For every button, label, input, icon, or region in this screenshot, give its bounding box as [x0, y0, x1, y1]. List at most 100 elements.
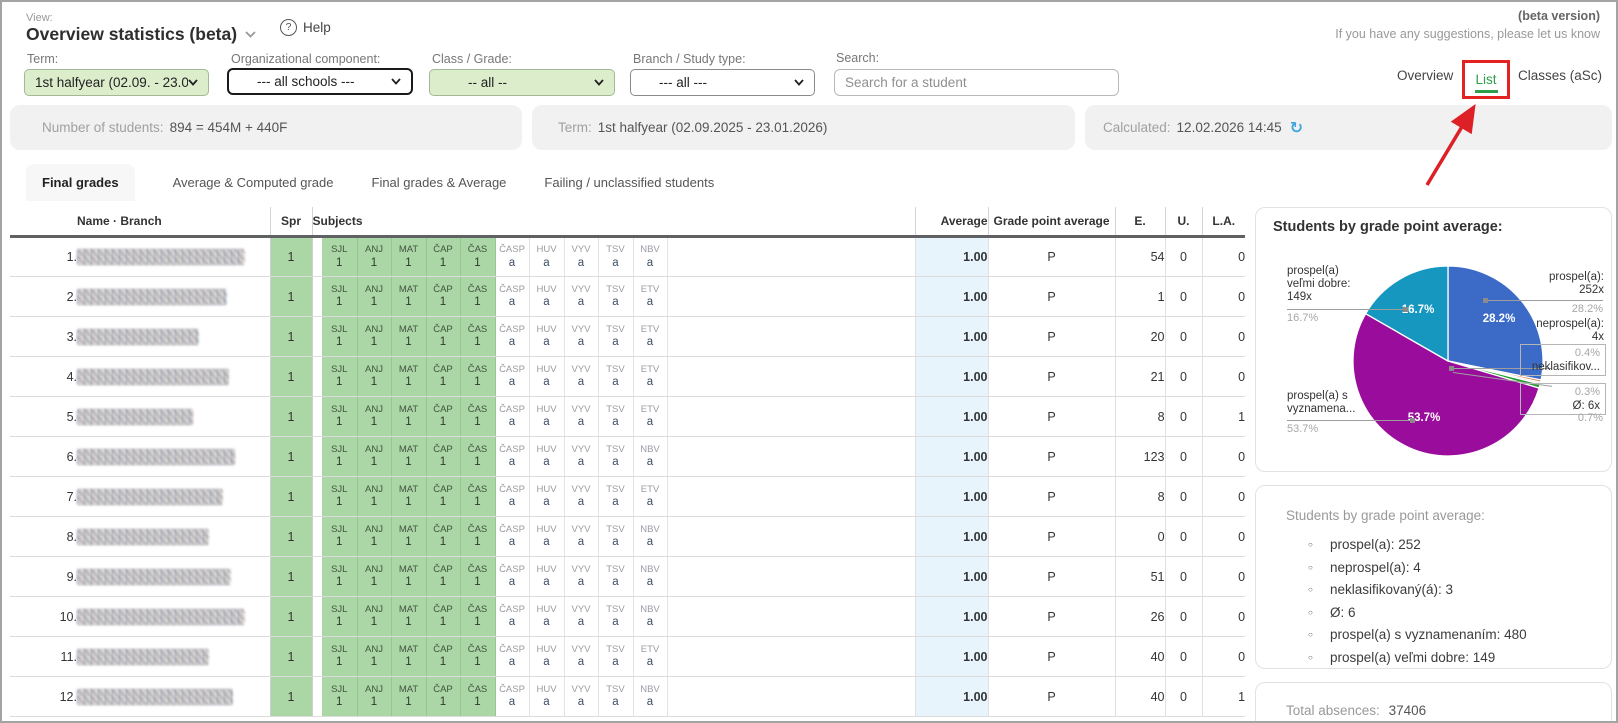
calculated-label: Calculated: — [1103, 120, 1171, 135]
refresh-icon[interactable]: ↻ — [1290, 118, 1303, 138]
question-mark-icon: ? — [280, 19, 297, 36]
excused-count: 26 — [1115, 597, 1165, 637]
nav-tab-classes-asc[interactable]: Classes (aSc) — [1518, 68, 1602, 83]
excused-count: 21 — [1115, 357, 1165, 397]
student-row[interactable]: 3.1SJL1ANJ1MAT1ČAP1ČAS1ČASPaHUVaVYVaTSVa… — [10, 317, 1245, 357]
header-subjects: Subjects — [312, 207, 915, 237]
callout-vyznamenanim: prospel(a) s vyznamena... — [1287, 390, 1355, 416]
list-item: prospel(a) veľmi dobre: 149 — [1308, 647, 1527, 670]
censored-name — [77, 489, 223, 505]
list-item: prospel(a): 252 — [1308, 534, 1527, 557]
student-row[interactable]: 12.1SJL1ANJ1MAT1ČAP1ČAS1ČASPaHUVaVYVaTSV… — [10, 677, 1245, 717]
student-row[interactable]: 9.1SJL1ANJ1MAT1ČAP1ČAS1ČASPaHUVaVYVaTSVa… — [10, 557, 1245, 597]
subject-cell: ETVa — [633, 357, 667, 397]
student-row[interactable]: 10.1SJL1ANJ1MAT1ČAP1ČAS1ČASPaHUVaVYVaTSV… — [10, 597, 1245, 637]
censored-name — [77, 569, 231, 585]
beta-version-label: (beta version) — [1518, 9, 1600, 23]
header-name-branch[interactable]: Name · Branch — [77, 207, 270, 237]
unexcused-count: 0 — [1165, 557, 1202, 597]
student-row[interactable]: 7.1SJL1ANJ1MAT1ČAP1ČAS1ČASPaHUVaVYVaTSVa… — [10, 477, 1245, 517]
student-row[interactable]: 5.1SJL1ANJ1MAT1ČAP1ČAS1ČASPaHUVaVYVaTSVa… — [10, 397, 1245, 437]
student-row[interactable]: 6.1SJL1ANJ1MAT1ČAP1ČAS1ČASPaHUVaVYVaTSVa… — [10, 437, 1245, 477]
subject-cell: ANJ1 — [357, 597, 391, 637]
excused-count: 1 — [1115, 277, 1165, 317]
student-row[interactable]: 8.1SJL1ANJ1MAT1ČAP1ČAS1ČASPaHUVaVYVaTSVa… — [10, 517, 1245, 557]
average-value: 1.00 — [915, 317, 988, 357]
censored-name — [77, 409, 193, 425]
search-input[interactable] — [834, 69, 1119, 96]
subject-cell: TSVa — [598, 317, 633, 357]
tab-final-grades-average[interactable]: Final grades & Average — [372, 164, 507, 201]
unexcused-count: 0 — [1165, 357, 1202, 397]
unexcused-count: 0 — [1165, 277, 1202, 317]
student-name[interactable] — [77, 677, 270, 717]
view-label: View: — [26, 12, 53, 24]
student-name[interactable] — [77, 317, 270, 357]
gpa-value: P — [988, 397, 1115, 437]
subject-cell: ANJ1 — [357, 277, 391, 317]
gpa-value: P — [988, 597, 1115, 637]
student-name[interactable] — [77, 597, 270, 637]
student-row[interactable]: 4.1SJL1ANJ1MAT1ČAP1ČAS1ČASPaHUVaVYVaTSVa… — [10, 357, 1245, 397]
subject-cell: MAT1 — [391, 517, 426, 557]
header-grade-point-average[interactable]: Grade point average — [988, 207, 1115, 237]
subject-cell: SJL1 — [322, 437, 357, 477]
help-button[interactable]: ? Help — [280, 19, 331, 36]
subject-cell: TSVa — [598, 637, 633, 677]
student-name[interactable] — [77, 357, 270, 397]
subject-cell: VYVa — [564, 677, 598, 717]
student-name[interactable] — [77, 397, 270, 437]
nav-tab-list[interactable]: List — [1465, 72, 1507, 87]
callout-priemer-box: 0.3% Ø: 6x — [1520, 383, 1606, 415]
student-name[interactable] — [77, 437, 270, 477]
header-average[interactable]: Average — [915, 207, 988, 237]
student-name[interactable] — [77, 477, 270, 517]
organizational-component-select[interactable]: Organizational component: --- all school… — [227, 68, 413, 95]
header-spr[interactable]: Spr — [270, 207, 312, 237]
term-info-value: 1st halfyear (02.09.2025 - 23.01.2026) — [598, 120, 828, 135]
row-number: 1. — [10, 237, 77, 277]
average-value: 1.00 — [915, 557, 988, 597]
nav-tab-overview[interactable]: Overview — [1397, 68, 1453, 83]
header-late-arrivals[interactable]: L.A. — [1202, 207, 1245, 237]
gpa-value: P — [988, 517, 1115, 557]
table-header-row: Name · Branch Spr Subjects Average Grade… — [10, 207, 1245, 237]
subject-cell: SJL1 — [322, 357, 357, 397]
gpa-summary-card: Students by grade point average: prospel… — [1255, 485, 1612, 669]
header-unexcused[interactable]: U. — [1165, 207, 1202, 237]
row-number: 12. — [10, 677, 77, 717]
student-row[interactable]: 11.1SJL1ANJ1MAT1ČAP1ČAS1ČASPaHUVaVYVaTSV… — [10, 637, 1245, 677]
class-grade-select[interactable]: Class / Grade: -- all -- — [429, 69, 615, 96]
subject-cell: VYVa — [564, 317, 598, 357]
term-label: Term: — [27, 52, 58, 66]
calculated-value: 12.02.2026 14:45 — [1177, 120, 1282, 135]
student-row[interactable]: 2.1SJL1ANJ1MAT1ČAP1ČAS1ČASPaHUVaVYVaTSVa… — [10, 277, 1245, 317]
average-value: 1.00 — [915, 437, 988, 477]
student-name[interactable] — [77, 237, 270, 277]
help-label: Help — [303, 20, 331, 35]
tab-failing-unclassified[interactable]: Failing / unclassified students — [544, 164, 714, 201]
pie-label-blue: 28.2% — [1483, 313, 1516, 325]
late-arrival-count: 0 — [1202, 637, 1245, 677]
header-excused[interactable]: E. — [1115, 207, 1165, 237]
term-select[interactable]: Term: 1st halfyear (02.09. - 23.0 — [24, 69, 209, 96]
student-name[interactable] — [77, 277, 270, 317]
tab-average-computed-grade[interactable]: Average & Computed grade — [173, 164, 334, 201]
term-value: 1st halfyear (02.09. - 23.0 — [35, 75, 188, 90]
subject-cell: VYVa — [564, 517, 598, 557]
view-selector-dropdown[interactable]: Overview statistics (beta) — [26, 24, 256, 45]
student-row[interactable]: 1.1SJL1ANJ1MAT1ČAP1ČAS1ČASPaHUVaVYVaTSVa… — [10, 237, 1245, 277]
student-name[interactable] — [77, 557, 270, 597]
subject-cell: MAT1 — [391, 477, 426, 517]
student-name[interactable] — [77, 517, 270, 557]
student-name[interactable] — [77, 637, 270, 677]
branch-study-type-select[interactable]: Branch / Study type: --- all --- — [630, 69, 815, 96]
summary-title: Students by grade point average: — [1286, 508, 1485, 523]
row-number: 4. — [10, 357, 77, 397]
censored-name — [77, 609, 245, 625]
gpa-value: P — [988, 237, 1115, 277]
tab-final-grades[interactable]: Final grades — [26, 164, 135, 201]
chevron-down-icon — [245, 31, 256, 38]
subject-cell: TSVa — [598, 437, 633, 477]
excused-count: 20 — [1115, 317, 1165, 357]
